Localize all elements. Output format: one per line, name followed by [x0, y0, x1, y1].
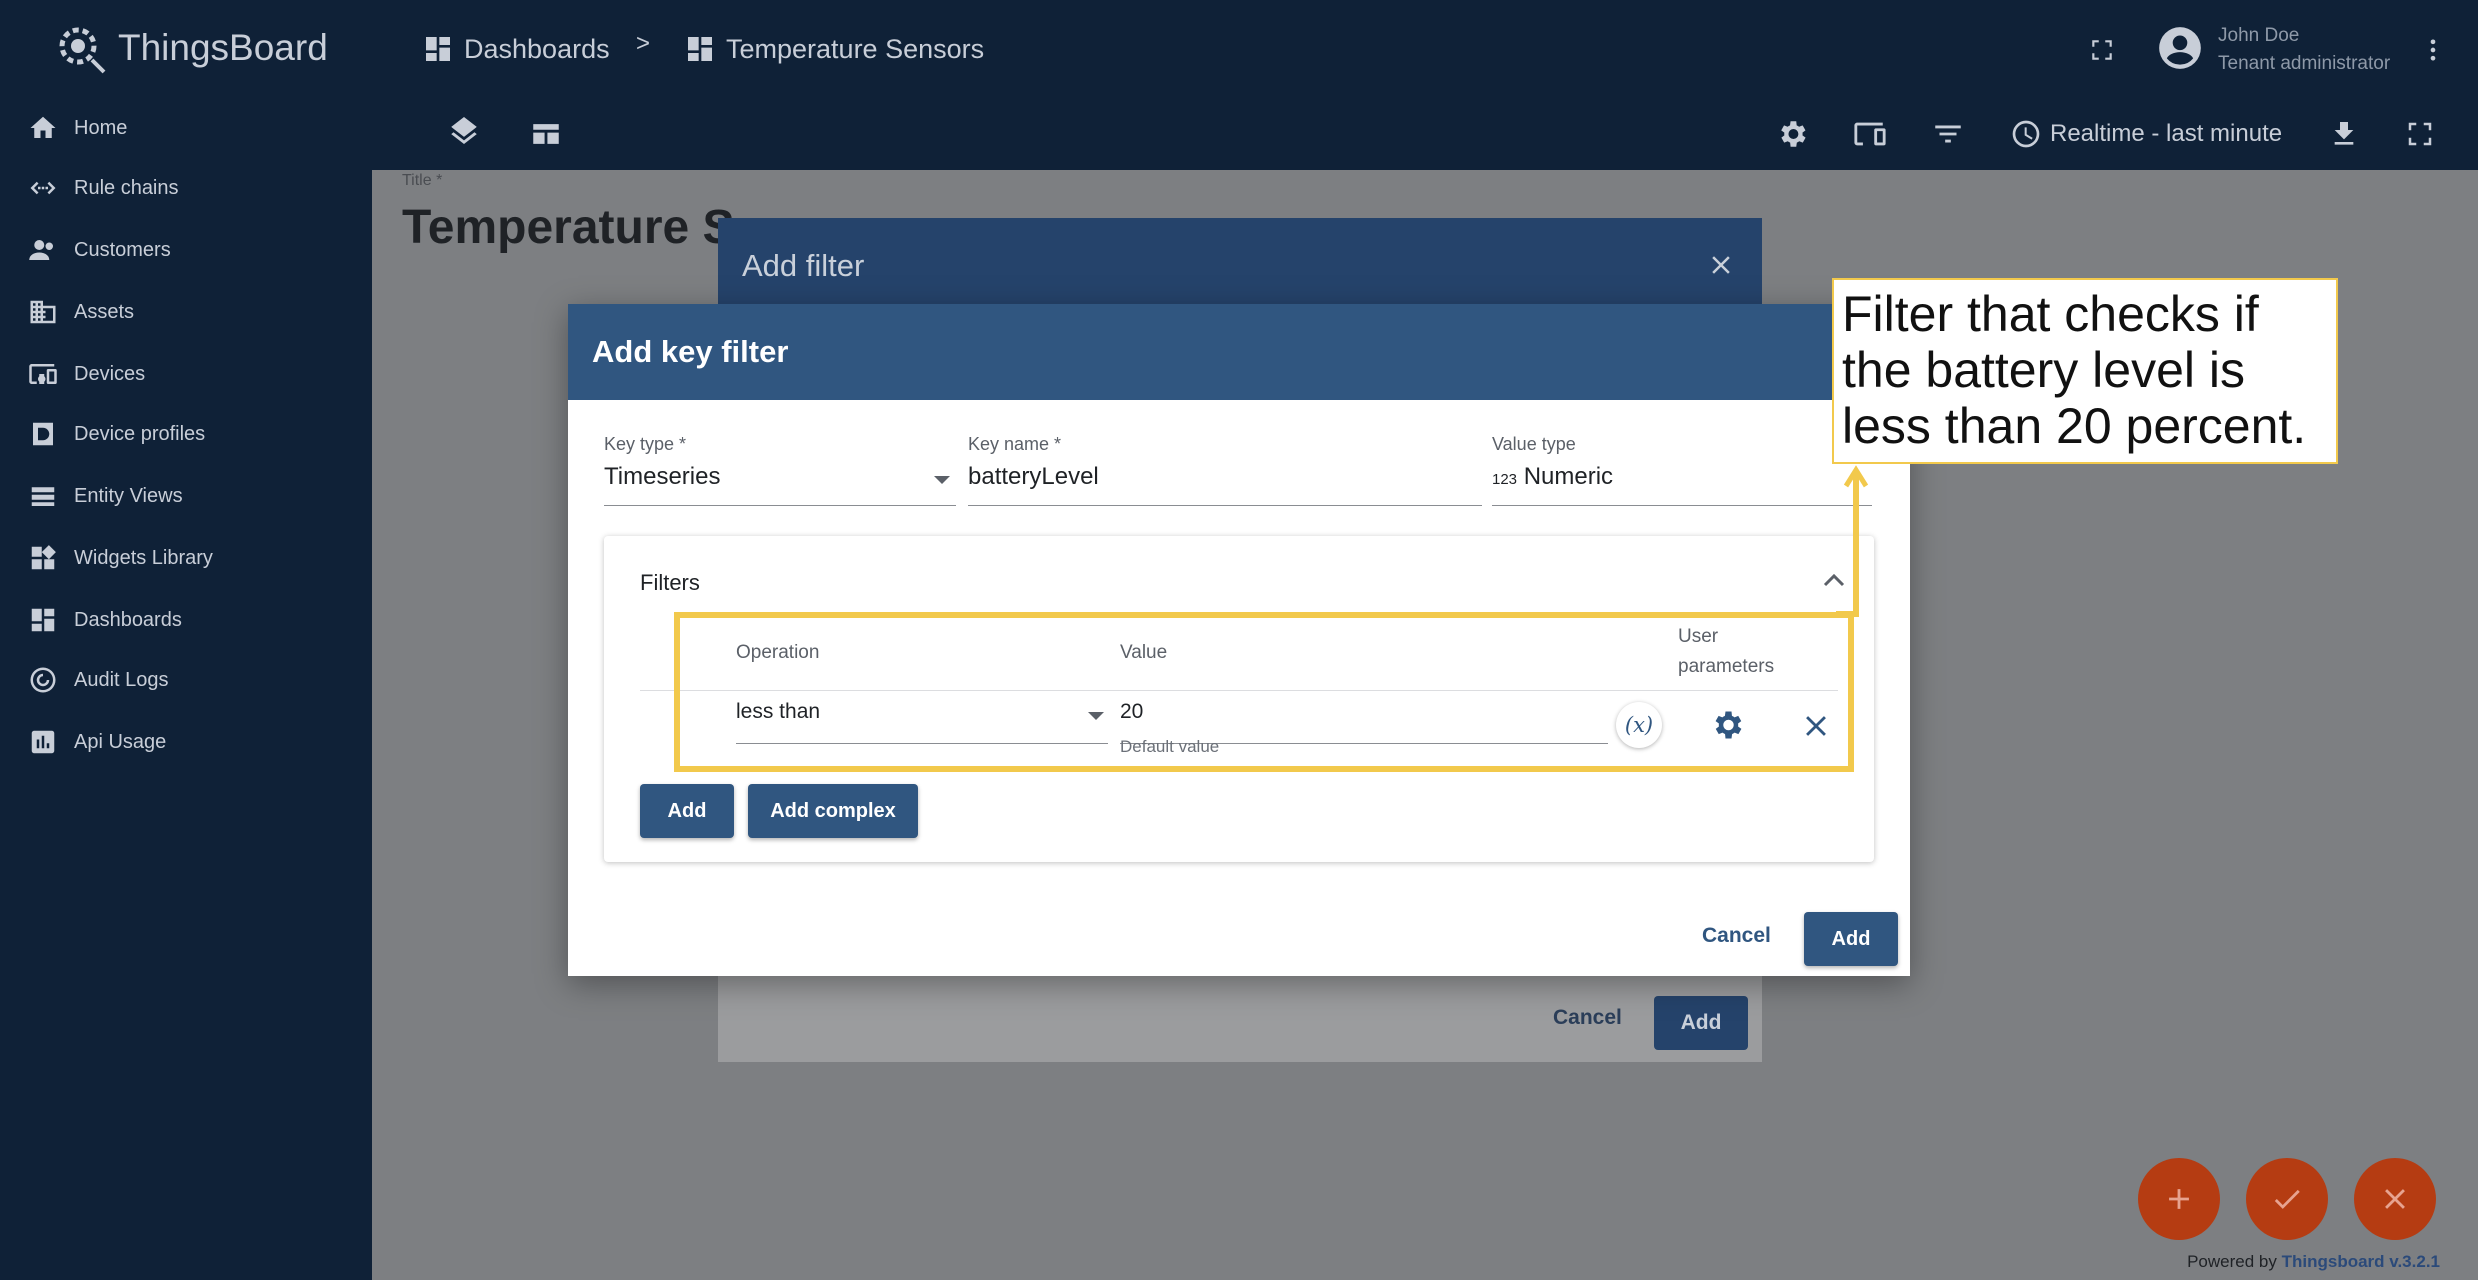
layers-button[interactable] [442, 112, 486, 156]
sidebar-item-widgets-library[interactable]: Widgets Library [0, 528, 372, 588]
add-filter-button[interactable]: Add [640, 784, 734, 838]
more-menu-button[interactable] [2418, 28, 2448, 72]
breadcrumb-dashboards[interactable]: Dashboards [422, 26, 610, 72]
avatar[interactable] [2154, 20, 2206, 76]
sidebar-item-audit-logs[interactable]: Audit Logs [0, 650, 372, 710]
more-vert-icon [2430, 39, 2436, 61]
sidebar-item-label: Customers [74, 238, 171, 261]
add-complex-filter-button[interactable]: Add complex [748, 784, 918, 838]
device-profiles-icon [33, 422, 53, 446]
highlight-box [674, 612, 1854, 772]
user-role: Tenant administrator [2218, 53, 2391, 74]
sidebar-item-label: Dashboards [74, 608, 182, 631]
breadcrumb-current: Temperature Sensors [684, 26, 984, 72]
top-toolbar: Dashboards > Temperature Sensors John Do… [372, 0, 2478, 170]
devices-icon [29, 364, 57, 384]
sidebar-item-dashboards[interactable]: Dashboards [0, 590, 372, 650]
sidebar-item-label: Entity Views [74, 484, 183, 507]
sidebar-item-device-profiles[interactable]: Device profiles [0, 404, 372, 464]
filter-list-icon [1935, 125, 1961, 143]
sidebar-item-home[interactable]: Home [0, 98, 372, 158]
api-usage-icon [31, 730, 55, 754]
plus-icon [2169, 1189, 2189, 1209]
sidebar-item-label: Device profiles [74, 422, 206, 445]
add-widget-fab[interactable] [2138, 1158, 2220, 1240]
user-info[interactable]: John Doe Tenant administrator [2218, 22, 2390, 78]
key-name-input[interactable]: Key name * batteryLevel [968, 434, 1482, 506]
apply-changes-fab[interactable] [2246, 1158, 2328, 1240]
annotation-callout: Filter that checks if the battery level … [1832, 278, 2338, 464]
cancel-button[interactable]: Cancel [1702, 924, 1771, 948]
dashboards-icon [426, 37, 450, 61]
fullscreen-icon [2408, 122, 2432, 146]
fullscreen-button[interactable] [2082, 30, 2122, 70]
add-button[interactable]: Add [1804, 912, 1898, 966]
customers-icon [29, 240, 53, 260]
settings-button[interactable] [1770, 112, 1814, 156]
clock-icon [2012, 120, 2040, 148]
dialog-title: Add filter [718, 218, 1762, 314]
sidebar-item-label: Devices [74, 362, 146, 385]
gear-logo-icon [59, 27, 106, 74]
timewindow-label: Realtime - last minute [2050, 120, 2283, 147]
export-button[interactable] [2322, 112, 2366, 156]
powered-by: Powered by Thingsboard v.3.2.1 [2187, 1252, 2440, 1271]
sidebar-item-label: Home [74, 116, 128, 139]
version-link[interactable]: Thingsboard v.3.2.1 [2282, 1252, 2440, 1271]
sidebar-item-devices[interactable]: Devices [0, 344, 372, 404]
filters-button[interactable] [1926, 112, 1970, 156]
numeric-icon: 123 [1492, 471, 1518, 488]
dashboard-fullscreen-button[interactable] [2398, 112, 2442, 156]
sidebar-item-entity-views[interactable]: Entity Views [0, 466, 372, 526]
sidebar-item-label: Api Usage [74, 730, 167, 753]
home-icon [30, 116, 56, 138]
dialog-title: Add key filter [568, 304, 1910, 400]
breadcrumb-separator: > [636, 30, 651, 57]
rule-chains-icon [30, 181, 56, 195]
sidebar-item-label: Audit Logs [74, 668, 169, 691]
chevron-down-icon [934, 476, 950, 484]
cancel-button[interactable]: Cancel [1553, 1006, 1622, 1030]
sidebar-item-api-usage[interactable]: Api Usage [0, 712, 372, 772]
devices-icon [1854, 122, 1886, 146]
user-name: John Doe [2218, 25, 2300, 46]
widgets-icon [31, 545, 56, 570]
check-icon [2274, 1189, 2300, 1209]
dashboard-title[interactable]: Temperature S [402, 200, 735, 255]
callout-connector [1836, 465, 1869, 617]
sidebar-item-label: Assets [74, 300, 135, 323]
cancel-changes-fab[interactable] [2354, 1158, 2436, 1240]
sidebar-item-rule-chains[interactable]: Rule chains [0, 158, 372, 218]
layout-icon [533, 124, 559, 144]
dashboards-icon [31, 608, 55, 632]
gear-icon [1781, 121, 1806, 147]
app-name: ThingsBoard [118, 27, 328, 68]
sidebar-item-assets[interactable]: Assets [0, 282, 372, 342]
add-button[interactable]: Add [1654, 996, 1748, 1050]
filters-title: Filters [640, 570, 700, 595]
sidebar-item-label: Rule chains [74, 176, 179, 199]
audit-logs-icon [30, 667, 56, 693]
timewindow-selector[interactable]: Realtime - last minute [2010, 112, 2282, 156]
app-logo[interactable]: ThingsBoard [52, 16, 328, 80]
entity-views-icon [31, 487, 55, 506]
fullscreen-icon [2092, 40, 2112, 60]
close-icon[interactable] [1706, 250, 1736, 280]
value-type-select[interactable]: Value type 123 Numeric [1492, 434, 1872, 506]
close-icon [2385, 1189, 2405, 1209]
sidebar-item-label: Widgets Library [74, 546, 213, 569]
download-icon [2334, 122, 2354, 145]
entity-aliases-button[interactable] [1848, 112, 1892, 156]
sidebar: ThingsBoard Home Rule chains Customers A… [0, 0, 372, 1280]
dashboard-layout-button[interactable] [524, 112, 568, 156]
sidebar-item-customers[interactable]: Customers [0, 220, 372, 280]
dashboards-icon [688, 37, 712, 61]
account-circle-icon [2159, 27, 2201, 69]
title-field-label: Title * [402, 172, 443, 189]
assets-icon [30, 300, 56, 324]
layers-icon [451, 117, 477, 145]
key-type-select[interactable]: Key type * Timeseries [604, 434, 956, 506]
